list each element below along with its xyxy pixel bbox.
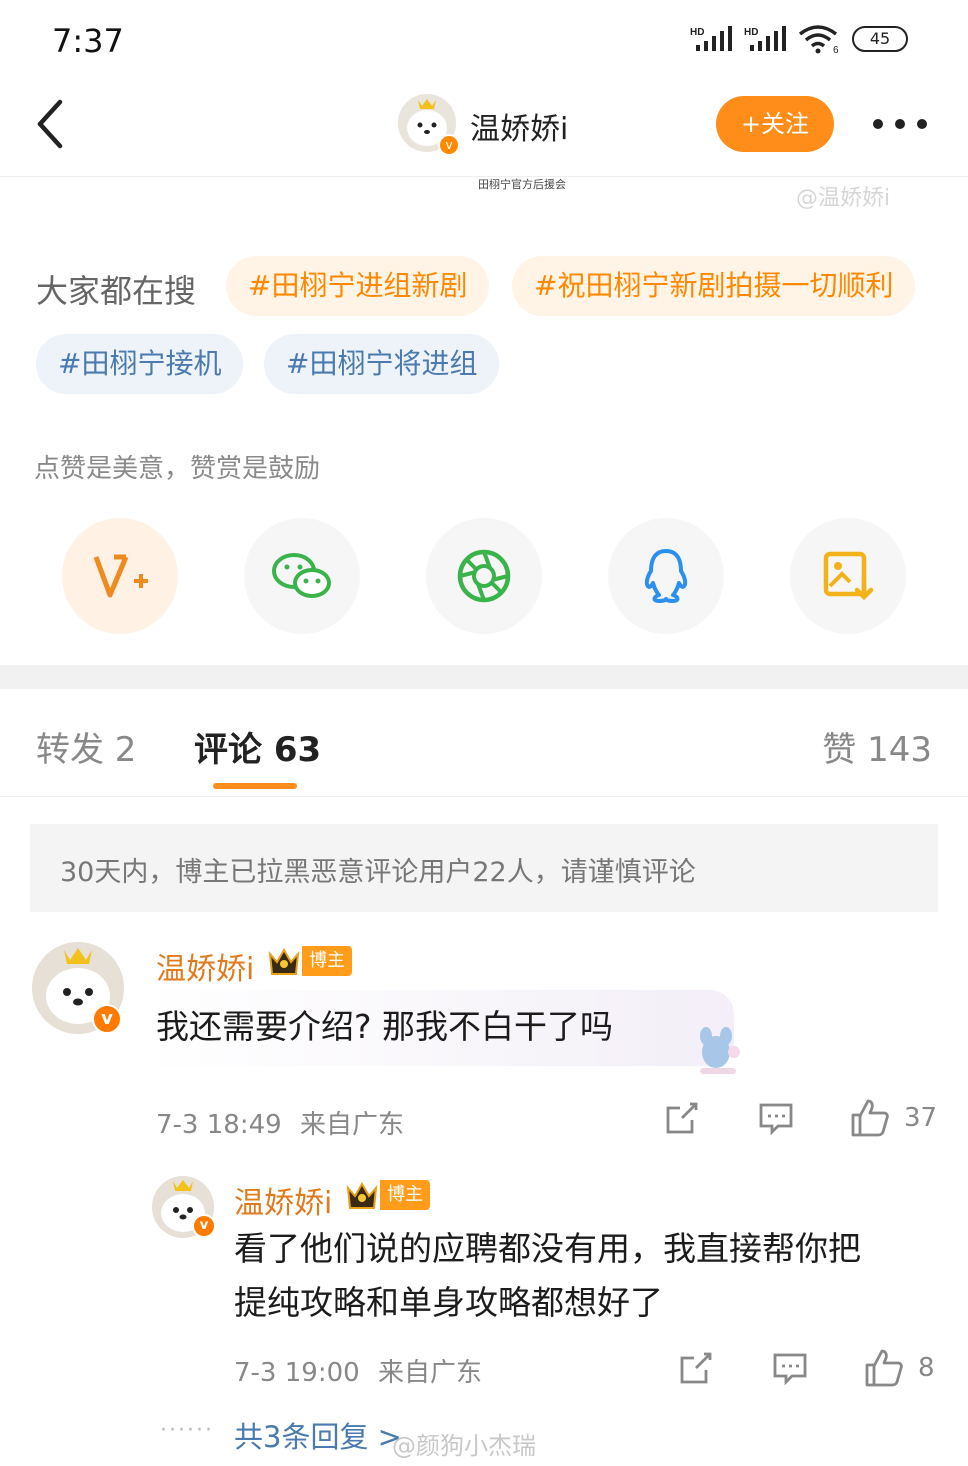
thumbs-up-icon <box>851 1099 889 1137</box>
reply-author-name[interactable]: 温娇娇i <box>234 1178 332 1222</box>
tab-comment[interactable]: 评论 63 <box>194 722 321 771</box>
qq-icon <box>644 549 688 603</box>
header-username[interactable]: 温娇娇i <box>470 104 568 148</box>
trending-search-label: 大家都在搜 <box>36 272 197 310</box>
comment-icon <box>759 1103 793 1136</box>
reply-meta: 7-3 19:00 来自广东 <box>234 1352 482 1389</box>
active-tab-indicator <box>213 783 297 789</box>
crown-icon <box>346 1182 378 1209</box>
back-button[interactable] <box>28 96 76 152</box>
sticker-decoration-icon <box>700 1027 740 1074</box>
search-tag-4[interactable]: #田栩宁将进组 <box>264 334 500 394</box>
status-icons: HD HD 6 45 <box>690 24 908 54</box>
reward-button[interactable] <box>62 518 178 634</box>
search-tag-3[interactable]: #田栩宁接机 <box>36 334 244 394</box>
image-watermark: @温娇娇i <box>796 186 891 211</box>
comment-meta: 7-3 18:49 来自广东 <box>156 1104 404 1141</box>
thumbs-up-icon <box>865 1349 903 1387</box>
save-image-button[interactable] <box>790 518 906 634</box>
reply-like-button[interactable]: 8 <box>864 1348 935 1388</box>
share-qq-button[interactable] <box>608 518 724 634</box>
reply-time: 7-3 19:00 <box>234 1358 360 1388</box>
v-plus-icon <box>93 554 148 598</box>
reply-dots: ······ <box>160 1418 214 1443</box>
reply-text-line-1: 看了他们说的应聘都没有用，我直接帮你把 <box>234 1229 861 1268</box>
section-separator <box>0 665 968 689</box>
reply-like-count: 8 <box>918 1353 935 1383</box>
wechat-icon <box>272 553 331 598</box>
status-time: 7:37 <box>52 22 124 60</box>
comment-notice: 30天内，博主已拉黑恶意评论用户22人，请谨慎评论 <box>30 824 938 912</box>
share-icon <box>666 1102 698 1134</box>
view-more-replies-link[interactable]: 共3条回复 > <box>234 1414 402 1456</box>
share-wechat-button[interactable] <box>244 518 360 634</box>
battery-indicator: 45 <box>852 26 908 52</box>
search-tag-1[interactable]: #田栩宁进组新剧 <box>226 256 490 316</box>
comment-text: 我还需要介绍? 那我不白干了吗 <box>156 1007 614 1046</box>
tabs-divider <box>0 796 968 797</box>
comment-reply-button[interactable] <box>758 1100 794 1136</box>
wifi-icon: 6 <box>798 25 839 54</box>
comment-time: 7-3 18:49 <box>156 1110 282 1140</box>
blogger-badge: 博主 <box>302 946 352 976</box>
verified-badge-icon: v <box>92 1004 122 1034</box>
signal-hd-label: HD <box>690 27 704 38</box>
more-dots-icon <box>873 119 927 129</box>
signal-icon-2: HD <box>744 26 786 51</box>
chevron-left-icon <box>37 99 63 149</box>
reward-hint: 点赞是美意，赞赏是鼓励 <box>34 454 321 484</box>
signal-hd-label-2: HD <box>744 27 758 38</box>
signal-icon: HD <box>690 26 732 51</box>
crown-icon <box>268 948 300 975</box>
save-image-icon <box>823 551 874 601</box>
cut-off-image-text: 田栩宁官方后援会 <box>478 178 566 191</box>
reply-share-button[interactable] <box>678 1350 714 1386</box>
comment-like-button[interactable]: 37 <box>850 1098 937 1138</box>
bottom-watermark: @颜狗小杰瑞 <box>392 1432 536 1460</box>
comment-share-button[interactable] <box>664 1100 700 1136</box>
follow-button[interactable]: +关注 <box>716 96 834 152</box>
verified-badge-icon: v <box>192 1214 216 1238</box>
moments-icon <box>457 549 511 603</box>
blogger-badge: 博主 <box>380 1180 430 1210</box>
comment-notice-text: 30天内，博主已拉黑恶意评论用户22人，请谨慎评论 <box>60 857 696 888</box>
tab-repost[interactable]: 转发 2 <box>36 722 136 771</box>
share-moments-button[interactable] <box>426 518 542 634</box>
more-options-button[interactable] <box>870 104 930 144</box>
wifi-sub-label: 6 <box>833 45 839 54</box>
reply-reply-button[interactable] <box>772 1350 808 1386</box>
comment-icon <box>773 1353 807 1386</box>
share-icon <box>680 1352 712 1384</box>
reply-text-line-2: 提纯攻略和单身攻略都想好了 <box>234 1283 663 1322</box>
comment-like-count: 37 <box>904 1103 938 1133</box>
search-tag-2[interactable]: #祝田栩宁新剧拍摄一切顺利 <box>512 256 916 316</box>
comment-author-name[interactable]: 温娇娇i <box>156 944 254 988</box>
reply-location: 来自广东 <box>377 1358 482 1388</box>
comment-location: 来自广东 <box>299 1110 404 1140</box>
verified-badge-icon: v <box>438 134 460 156</box>
tab-like[interactable]: 赞 143 <box>822 722 932 771</box>
